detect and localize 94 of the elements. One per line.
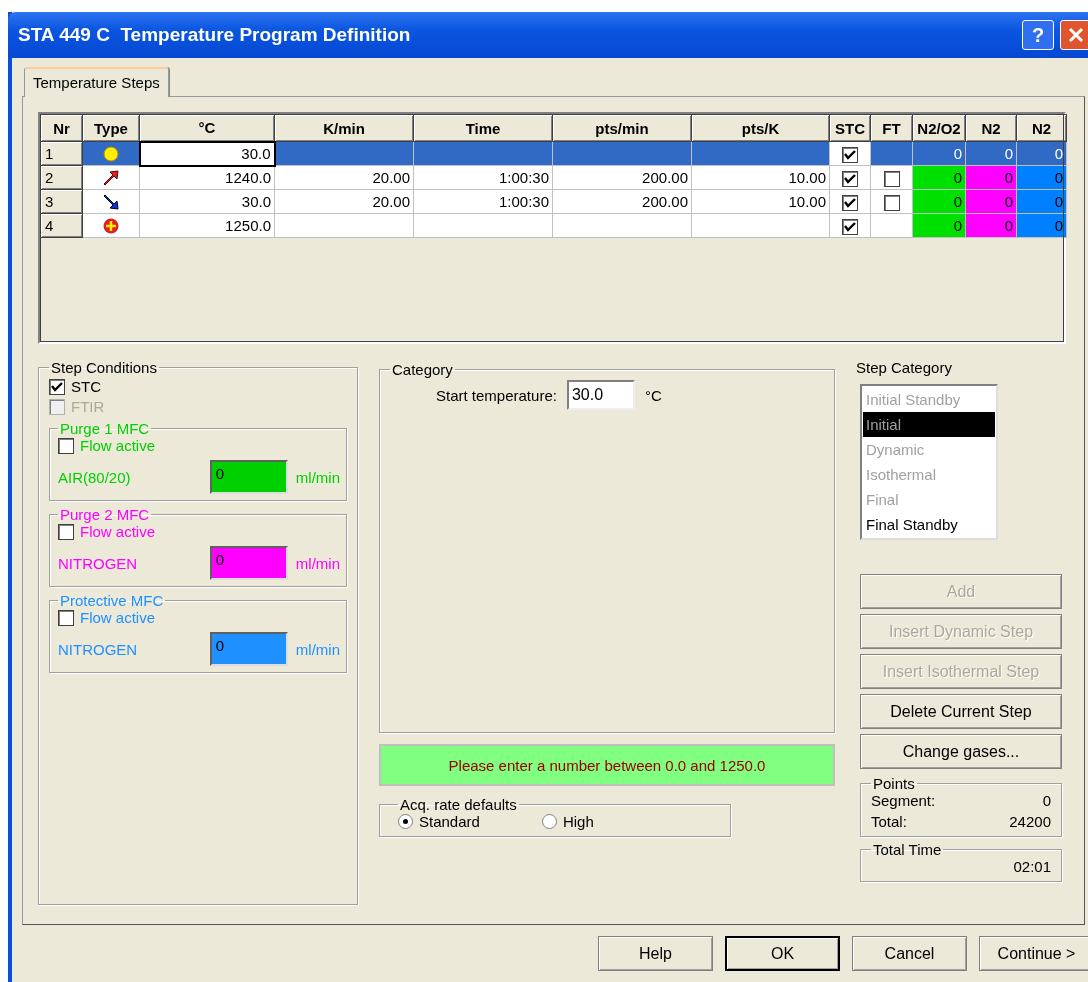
table-cell: 200.00 [552, 189, 692, 214]
column-header[interactable]: N2/O2 [912, 114, 966, 142]
stc-checkbox[interactable] [842, 194, 858, 211]
group-title: Points [872, 775, 916, 792]
group-title: Acq. rate defaults [399, 796, 518, 813]
checkbox-label: Flow active [80, 437, 156, 454]
row-header[interactable]: 1 [40, 141, 83, 166]
table-cell: 20.00 [274, 165, 414, 190]
stc-checkbox[interactable] [842, 218, 858, 235]
ft-checkbox[interactable] [883, 170, 900, 187]
total-time-value: 02:01 [1013, 858, 1051, 875]
gas-label: AIR(80/20) [58, 468, 131, 486]
dialog-button[interactable]: Cancel [852, 936, 967, 971]
column-header[interactable]: Type [82, 114, 140, 142]
checkbox-label: Flow active [80, 609, 156, 626]
group-title: Total Time [872, 841, 943, 858]
group-title: Step Conditions [50, 359, 158, 376]
table-cell: 1:00:30 [413, 165, 553, 190]
points-label: Segment: [871, 792, 936, 809]
temperature-cell: 1250.0 [139, 213, 275, 238]
column-header[interactable]: pts/K [691, 114, 830, 142]
plus-circle-icon [102, 217, 120, 235]
unit-label: °C [644, 386, 662, 404]
column-header[interactable]: N2 [1016, 114, 1067, 142]
help-button[interactable]: ? [1022, 20, 1054, 50]
group-title: Protective MFC [59, 592, 165, 609]
field-label: Start temperature: [436, 386, 557, 404]
unit-label: ml/min [295, 468, 340, 486]
table-cell: 10.00 [691, 165, 830, 190]
tab[interactable]: Temperature Steps [24, 67, 169, 97]
column-header[interactable]: STC [829, 114, 871, 142]
column-header[interactable]: FT [870, 114, 913, 142]
action-button[interactable]: Change gases... [860, 734, 1062, 769]
list-label: Step Category [856, 359, 953, 376]
close-button[interactable] [1060, 20, 1088, 50]
window-title: STA 449 C Temperature Program Definition [18, 24, 412, 46]
check-icon [844, 148, 856, 161]
radio-button[interactable] [541, 814, 557, 829]
points-value: 24200 [1009, 813, 1051, 830]
dialog-button[interactable]: Help [598, 936, 713, 971]
temperature-cell: 30.0 [139, 189, 275, 214]
points-label: Total: [871, 813, 907, 830]
check-icon [844, 172, 856, 185]
unit-label: ml/min [295, 640, 340, 658]
circle-icon [101, 145, 120, 163]
radio-button[interactable] [398, 814, 413, 829]
arrow-down-right-icon [102, 193, 120, 211]
checkbox[interactable] [58, 609, 74, 626]
flow-input[interactable]: 0 [209, 632, 288, 666]
points-value: 0 [1042, 792, 1051, 809]
check-icon [844, 196, 856, 209]
gas-label: NITROGEN [58, 554, 138, 572]
checkbox[interactable] [49, 378, 65, 395]
row-header[interactable]: 3 [40, 189, 83, 214]
checkbox[interactable] [58, 523, 74, 540]
stc-checkbox[interactable] [842, 146, 858, 163]
dialog-button[interactable]: OK [725, 936, 840, 971]
row-header[interactable]: 4 [40, 213, 83, 238]
unit-label: ml/min [295, 554, 340, 572]
gas-label: NITROGEN [58, 640, 138, 658]
table-cell: 1:00:30 [413, 189, 553, 214]
checkbox-label: Flow active [80, 523, 156, 540]
column-header[interactable]: °C [139, 114, 275, 142]
table-cell: 10.00 [691, 189, 830, 214]
temperature-input[interactable]: 30.0 [566, 380, 635, 410]
radio-label: Standard [419, 813, 480, 830]
temperature-cell: 1240.0 [139, 165, 275, 190]
column-header[interactable]: N2 [965, 114, 1017, 142]
checkbox-label: STC [71, 378, 101, 395]
table-cell: 200.00 [552, 165, 692, 190]
group-title: Category [391, 361, 454, 378]
arrow-up-right-icon [102, 169, 120, 187]
temperature-cell[interactable]: 30.0 [139, 141, 275, 166]
column-header[interactable]: K/min [274, 114, 414, 142]
checkbox-label: FTIR [71, 398, 105, 415]
status-message: Please enter a number between 0.0 and 1250.0 [379, 744, 835, 786]
table-cell: 20.00 [274, 189, 414, 214]
column-header[interactable]: Time [413, 114, 553, 142]
flow-input[interactable]: 0 [209, 460, 288, 494]
radio-label: High [562, 813, 594, 830]
row-header[interactable]: 2 [40, 165, 83, 190]
checkbox[interactable] [58, 437, 74, 454]
check-icon [51, 380, 63, 393]
column-header[interactable]: pts/min [552, 114, 692, 142]
stc-checkbox[interactable] [842, 170, 858, 187]
flow-input[interactable]: 0 [209, 546, 288, 580]
check-icon [844, 220, 856, 233]
group-title: Purge 1 MFC [59, 420, 151, 437]
ft-checkbox[interactable] [883, 194, 900, 211]
group-title: Purge 2 MFC [59, 506, 151, 523]
dialog-button[interactable]: Continue > [979, 936, 1088, 971]
column-header[interactable]: Nr [40, 114, 83, 142]
action-button[interactable]: Delete Current Step [860, 694, 1062, 729]
close-icon [1068, 27, 1084, 43]
